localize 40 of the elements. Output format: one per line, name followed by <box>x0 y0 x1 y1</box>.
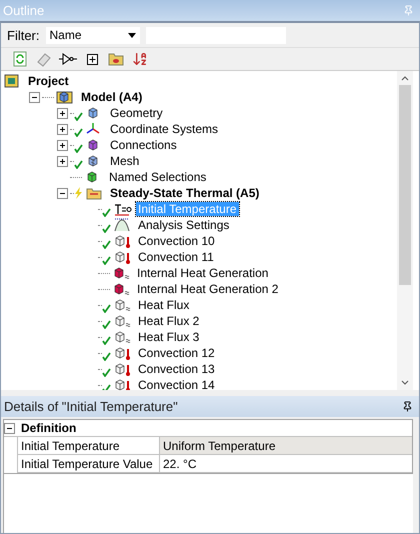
scrollbar[interactable] <box>397 71 413 390</box>
property-value[interactable]: Uniform Temperature <box>160 437 412 454</box>
panel-title: Details of "Initial Temperature" <box>4 399 178 414</box>
tree-item[interactable]: Steady-State Thermal (A5) <box>108 186 262 200</box>
tree-item[interactable]: Convection 14 <box>136 378 217 390</box>
tree-item[interactable]: Analysis Settings <box>136 218 232 232</box>
dropdown-arrow-icon <box>128 32 136 38</box>
tree-item[interactable]: Named Selections <box>107 170 208 184</box>
tree-item[interactable]: Coordinate Systems <box>108 122 220 136</box>
tree-item[interactable]: Internal Heat Generation <box>135 266 270 280</box>
tree-item[interactable]: Heat Flux <box>136 298 192 312</box>
filter-dropdown[interactable]: Name <box>46 26 140 44</box>
refresh-button[interactable] <box>11 50 29 68</box>
expand-icon[interactable] <box>57 156 68 166</box>
panel-title: Outline <box>3 3 44 18</box>
tree-item[interactable]: Internal Heat Generation 2 <box>135 282 280 296</box>
tree-item[interactable]: Project <box>26 74 71 88</box>
tree-item[interactable]: Heat Flux 3 <box>136 330 202 344</box>
expand-icon[interactable] <box>57 108 68 118</box>
tree-item[interactable]: Convection 11 <box>136 250 216 264</box>
lightning-icon <box>74 187 83 199</box>
node-button[interactable] <box>59 50 77 68</box>
tree-item[interactable]: Convection 13 <box>136 362 217 376</box>
tree-item[interactable]: Mesh <box>108 154 142 168</box>
section-header: Definition <box>20 421 76 435</box>
collapse-icon[interactable] <box>57 188 68 198</box>
tree-item[interactable]: Heat Flux 2 <box>136 314 202 328</box>
collapse-icon[interactable] <box>4 422 15 434</box>
tree-item[interactable]: Convection 12 <box>136 346 217 360</box>
expand-icon[interactable] <box>57 140 68 150</box>
tree-item[interactable]: Model (A4) <box>79 90 144 104</box>
sort-button[interactable] <box>131 50 149 68</box>
collapse-icon[interactable] <box>29 92 40 102</box>
tree-item[interactable]: Connections <box>108 138 179 152</box>
pin-icon[interactable] <box>402 401 413 412</box>
plus-box-icon <box>86 54 98 64</box>
tree-item[interactable]: Convection 10 <box>136 234 217 248</box>
filter-label: Filter: <box>7 28 40 42</box>
tree-item[interactable]: Geometry <box>108 106 165 120</box>
expand-icon[interactable] <box>57 124 68 134</box>
